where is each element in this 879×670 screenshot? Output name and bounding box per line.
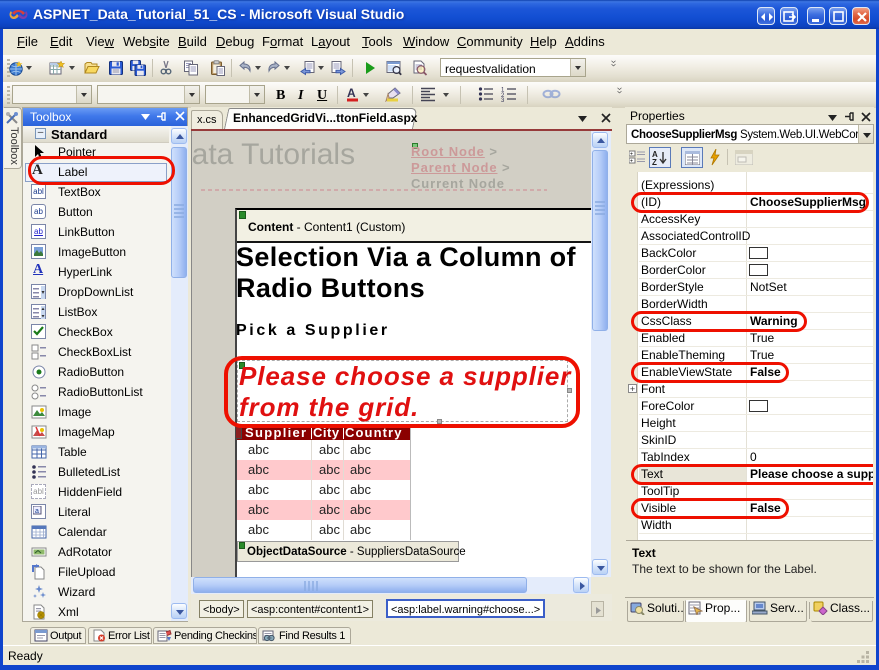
svg-text:Z: Z [652,158,657,166]
svg-text:3: 3 [501,98,505,102]
svg-text:a: a [35,508,39,515]
svg-text:A: A [347,86,356,100]
svg-text:+: + [630,159,633,165]
svg-text:+: + [630,152,633,158]
